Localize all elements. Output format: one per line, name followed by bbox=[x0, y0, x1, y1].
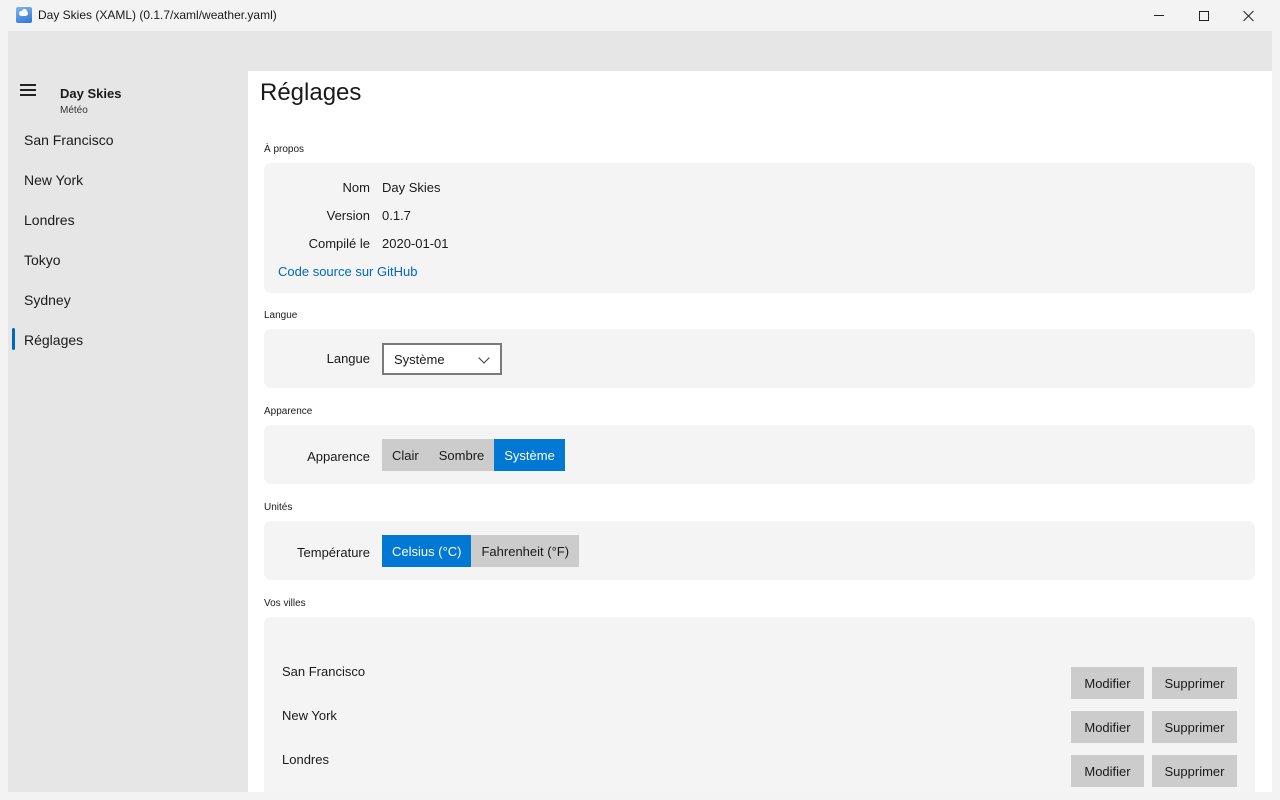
settings-page: Réglages À propos Nom Day Skies Version … bbox=[248, 71, 1272, 792]
close-button[interactable] bbox=[1226, 0, 1272, 31]
sidebar-item-londres[interactable]: Londres bbox=[24, 212, 75, 228]
language-dropdown[interactable]: Système bbox=[382, 343, 502, 375]
temperature-label: Température bbox=[297, 545, 370, 560]
section-units-label: Unités bbox=[264, 502, 293, 513]
edit-city-button[interactable]: Modifier bbox=[1071, 667, 1144, 699]
name-label: Nom bbox=[342, 180, 370, 195]
section-language-label: Langue bbox=[264, 310, 298, 321]
section-appearance-label: Apparence bbox=[264, 406, 313, 417]
sidebar-item-sydney[interactable]: Sydney bbox=[24, 292, 71, 308]
page-title: Réglages bbox=[260, 79, 362, 106]
delete-city-button[interactable]: Supprimer bbox=[1152, 667, 1237, 699]
appearance-light-button[interactable]: Clair bbox=[382, 439, 429, 471]
chevron-down-icon bbox=[478, 352, 490, 364]
selection-indicator bbox=[12, 328, 15, 350]
sidebar-app-name: Day Skies bbox=[60, 86, 122, 101]
section-about-label: À propos bbox=[264, 144, 305, 155]
language-label: Langue bbox=[326, 351, 370, 366]
appearance-segmented-control: Clair Sombre Système bbox=[382, 439, 565, 471]
city-name: San Francisco bbox=[282, 664, 366, 679]
version-label: Version bbox=[326, 208, 370, 223]
appearance-card: Apparence Clair Sombre Système bbox=[264, 425, 1255, 484]
city-name: New York bbox=[282, 708, 337, 723]
edit-city-button[interactable]: Modifier bbox=[1071, 755, 1144, 787]
sidebar-item-tokyo[interactable]: Tokyo bbox=[24, 252, 61, 268]
about-card: Nom Day Skies Version 0.1.7 Compilé le 2… bbox=[264, 163, 1255, 293]
built-value: 2020-01-01 bbox=[382, 236, 449, 251]
delete-city-button[interactable]: Supprimer bbox=[1152, 755, 1237, 787]
version-value: 0.1.7 bbox=[382, 208, 411, 223]
cities-card: San Francisco Modifier Supprimer New Yor… bbox=[264, 617, 1255, 792]
app-frame: Day Skies Météo San Francisco New York L… bbox=[8, 31, 1272, 792]
hamburger-menu-icon[interactable] bbox=[20, 84, 36, 96]
title-bar: Day Skies (XAML) (0.1.7/xaml/weather.yam… bbox=[0, 0, 1280, 31]
language-selected-value: Système bbox=[394, 351, 445, 367]
maximize-button[interactable] bbox=[1181, 0, 1227, 31]
sidebar-item-new-york[interactable]: New York bbox=[24, 172, 83, 188]
minimize-icon bbox=[1154, 15, 1164, 16]
sidebar-item-san-francisco[interactable]: San Francisco bbox=[24, 132, 113, 148]
section-cities-label: Vos villes bbox=[264, 598, 306, 609]
delete-city-button[interactable]: Supprimer bbox=[1152, 711, 1237, 743]
units-card: Température Celsius (°C) Fahrenheit (°F) bbox=[264, 521, 1255, 580]
built-label: Compilé le bbox=[308, 236, 370, 251]
window-title: Day Skies (XAML) (0.1.7/xaml/weather.yam… bbox=[38, 8, 277, 22]
fahrenheit-button[interactable]: Fahrenheit (°F) bbox=[471, 535, 580, 567]
minimize-button[interactable] bbox=[1136, 0, 1182, 31]
github-source-link[interactable]: Code source sur GitHub bbox=[278, 264, 417, 279]
name-value: Day Skies bbox=[382, 180, 441, 195]
maximize-icon bbox=[1199, 10, 1209, 21]
language-card: Langue Système bbox=[264, 329, 1255, 388]
celsius-button[interactable]: Celsius (°C) bbox=[382, 535, 472, 567]
edit-city-button[interactable]: Modifier bbox=[1071, 711, 1144, 743]
temperature-segmented-control: Celsius (°C) Fahrenheit (°F) bbox=[382, 535, 580, 567]
app-weather-icon bbox=[16, 7, 32, 23]
close-icon bbox=[1243, 10, 1255, 22]
city-name: Londres bbox=[282, 752, 329, 767]
appearance-label: Apparence bbox=[307, 449, 370, 464]
appearance-dark-button[interactable]: Sombre bbox=[428, 439, 495, 471]
sidebar-item-settings[interactable]: Réglages bbox=[24, 332, 83, 348]
sidebar-app-subtitle: Météo bbox=[60, 105, 88, 116]
appearance-system-button[interactable]: Système bbox=[494, 439, 565, 471]
